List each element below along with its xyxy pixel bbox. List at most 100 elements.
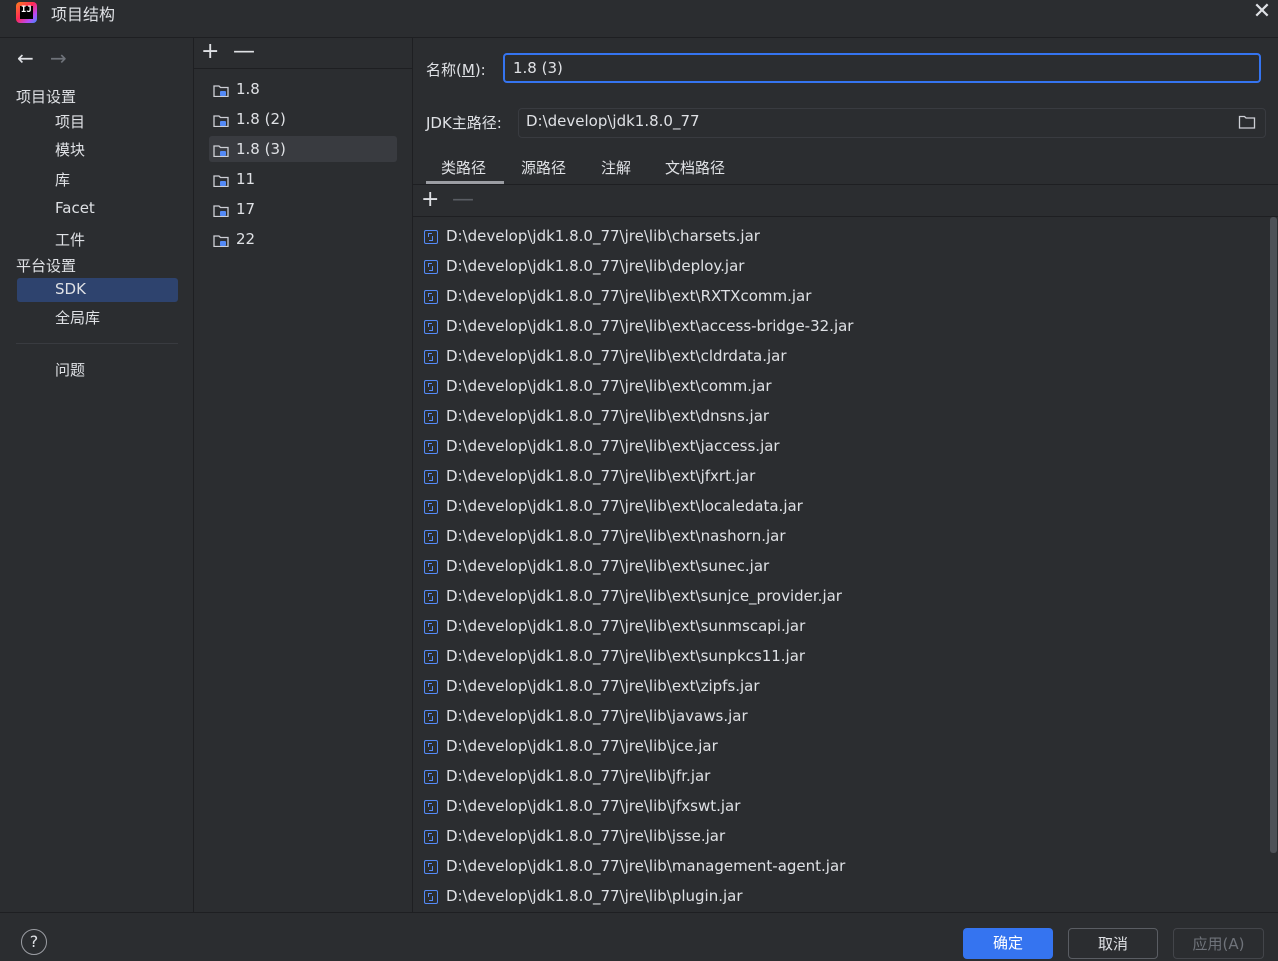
sdk-list-item[interactable]: 11 [212,168,396,194]
classpath-item[interactable]: D:\develop\jdk1.8.0_77\jre\lib\ext\RXTXc… [413,282,1269,312]
remove-sdk-icon[interactable]: — [233,41,255,63]
classpath-scrollbar[interactable] [1270,217,1277,853]
classpath-item[interactable]: D:\develop\jdk1.8.0_77\jre\lib\ext\cldrd… [413,342,1269,372]
classpath-path: D:\develop\jdk1.8.0_77\jre\lib\jce.jar [446,737,718,755]
jar-icon [424,890,438,904]
jar-icon [424,770,438,784]
back-arrow-icon[interactable]: ← [17,46,34,70]
nav-item-modules[interactable]: 模块 [55,139,85,160]
cancel-button[interactable]: 取消 [1068,928,1158,959]
sdk-name: 22 [236,230,256,248]
nav-item-global-libraries[interactable]: 全局库 [55,307,100,328]
tabs-divider [413,184,1278,185]
jdk-folder-icon [213,85,229,97]
browse-folder-icon[interactable] [1238,114,1256,130]
classpath-path: D:\develop\jdk1.8.0_77\jre\lib\ext\sunpk… [446,647,806,665]
nav-item-artifacts[interactable]: 工件 [55,229,85,250]
tab-documentation-paths[interactable]: 文档路径 [665,157,725,178]
classpath-item[interactable]: D:\develop\jdk1.8.0_77\jre\lib\jsse.jar [413,822,1269,852]
jdk-home-value: D:\develop\jdk1.8.0_77 [526,112,700,130]
classpath-path: D:\develop\jdk1.8.0_77\jre\lib\ext\nasho… [446,527,786,545]
sdk-name-input[interactable] [503,53,1261,83]
tab-sourcepath[interactable]: 源路径 [521,157,566,178]
title-bar [0,0,1278,38]
classpath-item[interactable]: D:\develop\jdk1.8.0_77\jre\lib\managemen… [413,852,1269,882]
classpath-item[interactable]: D:\develop\jdk1.8.0_77\jre\lib\ext\comm.… [413,372,1269,402]
classpath-item[interactable]: D:\develop\jdk1.8.0_77\jre\lib\plugin.ja… [413,882,1269,912]
jar-icon [424,470,438,484]
nav-item-libraries[interactable]: 库 [55,169,70,190]
sdk-list-item[interactable]: 22 [212,228,396,254]
classpath-item[interactable]: D:\develop\jdk1.8.0_77\jre\lib\ext\sunms… [413,612,1269,642]
remove-classpath-icon: — [452,187,474,212]
classpath-item[interactable]: D:\develop\jdk1.8.0_77\jre\lib\ext\jacce… [413,432,1269,462]
classpath-item[interactable]: D:\develop\jdk1.8.0_77\jre\lib\ext\dnsns… [413,402,1269,432]
jar-icon [424,440,438,454]
jdk-folder-icon [213,115,229,127]
sdk-list-item[interactable]: 1.8 [212,78,396,104]
nav-divider [16,343,178,344]
classpath-path: D:\develop\jdk1.8.0_77\jre\lib\ext\zipfs… [446,677,760,695]
nav-item-sdk[interactable]: SDK [55,280,86,298]
classpath-path: D:\develop\jdk1.8.0_77\jre\lib\ext\sunec… [446,557,770,575]
classpath-path: D:\develop\jdk1.8.0_77\jre\lib\javaws.ja… [446,707,748,725]
ok-button[interactable]: 确定 [963,928,1053,959]
jar-icon [424,710,438,724]
classpath-path: D:\develop\jdk1.8.0_77\jre\lib\ext\comm.… [446,377,772,395]
sdk-name: 17 [236,200,256,218]
classpath-item[interactable]: D:\develop\jdk1.8.0_77\jre\lib\ext\sunpk… [413,642,1269,672]
sdk-list-item[interactable]: 17 [212,198,396,224]
sdk-list-item-selected[interactable]: 1.8 (3) [209,136,397,162]
sdk-name: 1.8 (3) [236,140,286,158]
sdk-name: 1.8 (2) [236,110,286,128]
close-icon[interactable]: ✕ [1250,0,1274,24]
classpath-item[interactable]: D:\develop\jdk1.8.0_77\jre\lib\ext\jfxrt… [413,462,1269,492]
classpath-item[interactable]: D:\develop\jdk1.8.0_77\jre\lib\ext\nasho… [413,522,1269,552]
jar-icon [424,680,438,694]
classpath-item[interactable]: D:\develop\jdk1.8.0_77\jre\lib\deploy.ja… [413,252,1269,282]
forward-arrow-icon: → [50,46,67,70]
jar-icon [424,380,438,394]
classpath-item[interactable]: D:\develop\jdk1.8.0_77\jre\lib\ext\zipfs… [413,672,1269,702]
nav-item-facets[interactable]: Facet [55,199,95,217]
name-label: 名称(M): [426,61,486,79]
classpath-path: D:\develop\jdk1.8.0_77\jre\lib\deploy.ja… [446,257,745,275]
classpath-toolbar-divider [413,216,1278,217]
classpath-item[interactable]: D:\develop\jdk1.8.0_77\jre\lib\ext\acces… [413,312,1269,342]
jar-icon [424,860,438,874]
tab-annotations[interactable]: 注解 [601,157,631,178]
classpath-item[interactable]: D:\develop\jdk1.8.0_77\jre\lib\charsets.… [413,222,1269,252]
classpath-path: D:\develop\jdk1.8.0_77\jre\lib\ext\RXTXc… [446,287,812,305]
classpath-path: D:\develop\jdk1.8.0_77\jre\lib\charsets.… [446,227,760,245]
apply-button[interactable]: 应用(A) [1173,928,1264,959]
classpath-path: D:\develop\jdk1.8.0_77\jre\lib\ext\jacce… [446,437,780,455]
sdk-list-item[interactable]: 1.8 (2) [212,108,396,134]
classpath-item[interactable]: D:\develop\jdk1.8.0_77\jre\lib\jfxswt.ja… [413,792,1269,822]
jdk-folder-icon [213,175,229,187]
tab-classpath[interactable]: 类路径 [441,157,486,178]
jar-icon [424,620,438,634]
add-sdk-icon[interactable]: + [201,41,219,63]
nav-item-problems[interactable]: 问题 [55,359,85,380]
classpath-path: D:\develop\jdk1.8.0_77\jre\lib\ext\dnsns… [446,407,770,425]
project-settings-header: 项目设置 [16,88,77,106]
jar-icon [424,830,438,844]
classpath-path: D:\develop\jdk1.8.0_77\jre\lib\jfr.jar [446,767,711,785]
classpath-path: D:\develop\jdk1.8.0_77\jre\lib\ext\sunjc… [446,587,842,605]
classpath-item[interactable]: D:\develop\jdk1.8.0_77\jre\lib\jce.jar [413,732,1269,762]
classpath-path: D:\develop\jdk1.8.0_77\jre\lib\ext\local… [446,497,803,515]
classpath-path: D:\develop\jdk1.8.0_77\jre\lib\jsse.jar [446,827,726,845]
nav-item-project[interactable]: 项目 [55,111,85,132]
help-icon[interactable]: ? [21,929,47,955]
classpath-item[interactable]: D:\develop\jdk1.8.0_77\jre\lib\ext\sunjc… [413,582,1269,612]
classpath-item[interactable]: D:\develop\jdk1.8.0_77\jre\lib\ext\sunec… [413,552,1269,582]
classpath-item[interactable]: D:\develop\jdk1.8.0_77\jre\lib\jfr.jar [413,762,1269,792]
jdk-folder-icon [213,205,229,217]
footer-divider [0,912,1278,913]
classpath-item[interactable]: D:\develop\jdk1.8.0_77\jre\lib\ext\local… [413,492,1269,522]
classpath-list[interactable]: D:\develop\jdk1.8.0_77\jre\lib\charsets.… [413,222,1269,912]
add-classpath-icon[interactable]: + [421,189,439,211]
classpath-item[interactable]: D:\develop\jdk1.8.0_77\jre\lib\javaws.ja… [413,702,1269,732]
sdk-name: 1.8 [236,80,260,98]
classpath-path: D:\develop\jdk1.8.0_77\jre\lib\ext\sunms… [446,617,806,635]
